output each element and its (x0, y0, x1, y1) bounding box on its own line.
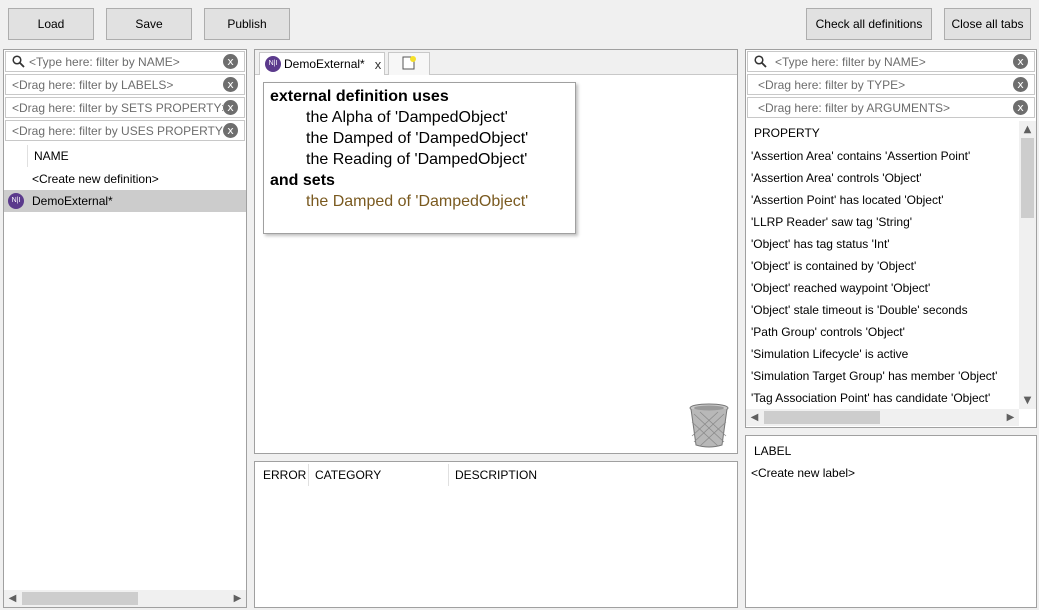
clear-icon[interactable]: x (1013, 77, 1028, 92)
definitions-horizontal-scrollbar[interactable]: ◀ ▶ (4, 590, 246, 607)
scroll-down-icon[interactable]: ▼ (1019, 392, 1036, 409)
property-item[interactable]: 'LLRP Reader' saw tag 'String' (751, 211, 912, 233)
new-document-icon (401, 55, 417, 74)
arguments-filter-placeholder: <Drag here: filter by ARGUMENTS> (758, 100, 951, 115)
definition-badge-icon: N|I (265, 56, 281, 72)
property-item[interactable]: 'Object' reached waypoint 'Object' (751, 277, 930, 299)
arguments-filter-dropzone[interactable]: <Drag here: filter by ARGUMENTS> x (747, 97, 1035, 118)
editor-sets-keyword: and sets (270, 172, 335, 189)
scroll-right-icon[interactable]: ▶ (229, 593, 246, 604)
labels-filter-placeholder: <Drag here: filter by LABELS> (12, 77, 174, 92)
sets-property-filter-dropzone[interactable]: <Drag here: filter by SETS PROPERTY> x (5, 97, 245, 118)
category-column-header[interactable]: CATEGORY (315, 468, 381, 482)
trash-icon[interactable] (688, 402, 730, 448)
property-item[interactable]: 'Assertion Point' has located 'Object' (751, 189, 944, 211)
property-item[interactable]: 'Simulation Target Group' has member 'Ob… (751, 365, 997, 387)
labels-panel: LABEL <Create new label> (745, 435, 1037, 608)
editor-sets-line[interactable]: the Damped of 'DampedObject' (270, 191, 569, 212)
type-filter-dropzone[interactable]: <Drag here: filter by TYPE> x (747, 74, 1035, 95)
create-new-label-item[interactable]: <Create new label> (751, 462, 855, 484)
editor-uses-keyword: external definition uses (270, 88, 449, 105)
label-column-header[interactable]: LABEL (754, 444, 791, 458)
property-item[interactable]: 'Assertion Area' controls 'Object' (751, 167, 922, 189)
definitions-panel: <Type here: filter by NAME> x <Drag here… (3, 49, 247, 608)
uses-property-filter-dropzone[interactable]: <Drag here: filter by USES PROPERTY> x (5, 120, 245, 141)
property-name-filter-placeholder: <Type here: filter by NAME> (775, 54, 926, 69)
publish-button[interactable]: Publish (204, 8, 290, 40)
create-new-definition-label: <Create new definition> (32, 172, 159, 186)
scroll-left-icon[interactable]: ◀ (746, 412, 763, 423)
close-all-tabs-button[interactable]: Close all tabs (944, 8, 1031, 40)
save-button[interactable]: Save (106, 8, 192, 40)
property-item[interactable]: 'Object' stale timeout is 'Double' secon… (751, 299, 968, 321)
clear-icon[interactable]: x (223, 54, 238, 69)
definition-item-demoexternal[interactable]: N|I DemoExternal* (4, 190, 246, 212)
name-filter-input[interactable]: <Type here: filter by NAME> x (5, 51, 245, 72)
scroll-up-icon[interactable]: ▲ (1019, 121, 1036, 138)
check-all-definitions-button[interactable]: Check all definitions (806, 8, 932, 40)
tab-label: DemoExternal* (284, 57, 365, 71)
property-item[interactable]: 'Tag Association Point' has candidate 'O… (751, 387, 990, 409)
scroll-left-icon[interactable]: ◀ (4, 593, 21, 604)
definition-editor[interactable]: external definition uses the Alpha of 'D… (263, 82, 576, 234)
name-filter-placeholder: <Type here: filter by NAME> (29, 54, 180, 69)
clear-icon[interactable]: x (223, 100, 238, 115)
sets-property-filter-placeholder: <Drag here: filter by SETS PROPERTY> (12, 100, 223, 115)
column-divider (448, 464, 449, 486)
close-tab-icon[interactable]: x (375, 57, 382, 72)
column-divider (308, 464, 309, 486)
clear-icon[interactable]: x (223, 77, 238, 92)
definition-badge-icon: N|I (8, 193, 24, 209)
search-icon (9, 55, 27, 68)
uses-property-filter-placeholder: <Drag here: filter by USES PROPERTY> (12, 123, 223, 138)
labels-filter-dropzone[interactable]: <Drag here: filter by LABELS> x (5, 74, 245, 95)
scrollbar-thumb[interactable] (764, 411, 880, 424)
properties-panel: <Type here: filter by NAME> x <Drag here… (745, 49, 1037, 428)
property-item[interactable]: 'Object' is contained by 'Object' (751, 255, 916, 277)
scrollbar-thumb[interactable] (22, 592, 138, 605)
property-item[interactable]: 'Object' has tag status 'Int' (751, 233, 890, 255)
clear-icon[interactable]: x (1013, 100, 1028, 115)
property-item[interactable]: 'Path Group' controls 'Object' (751, 321, 905, 343)
editor-uses-line[interactable]: the Alpha of 'DampedObject' (270, 107, 569, 128)
new-tab-button[interactable] (388, 52, 430, 75)
scroll-right-icon[interactable]: ▶ (1002, 412, 1019, 423)
property-column-header[interactable]: PROPERTY (754, 126, 820, 140)
properties-horizontal-scrollbar[interactable]: ◀ ▶ (746, 409, 1019, 426)
create-new-definition-item[interactable]: <Create new definition> (4, 168, 246, 190)
error-column-header[interactable]: ERROR (263, 468, 306, 482)
property-name-filter-input[interactable]: <Type here: filter by NAME> x (747, 51, 1035, 72)
clear-icon[interactable]: x (223, 123, 238, 138)
clear-icon[interactable]: x (1013, 54, 1028, 69)
property-item[interactable]: 'Simulation Lifecycle' is active (751, 343, 908, 365)
description-column-header[interactable]: DESCRIPTION (455, 468, 537, 482)
tab-demoexternal[interactable]: N|I DemoExternal* x (259, 52, 385, 75)
scrollbar-thumb[interactable] (1021, 138, 1034, 218)
editor-uses-line[interactable]: the Damped of 'DampedObject' (270, 128, 569, 149)
editor-uses-line[interactable]: the Reading of 'DampedObject' (270, 149, 569, 170)
errors-panel: ERROR CATEGORY DESCRIPTION (254, 461, 738, 608)
type-filter-placeholder: <Drag here: filter by TYPE> (758, 77, 906, 92)
property-item[interactable]: 'Assertion Area' contains 'Assertion Poi… (751, 145, 970, 167)
properties-vertical-scrollbar[interactable]: ▲ ▼ (1019, 121, 1036, 409)
definition-item-label: DemoExternal* (32, 194, 113, 208)
column-divider (27, 145, 28, 167)
load-button[interactable]: Load (8, 8, 94, 40)
search-icon (751, 55, 769, 68)
name-column-header[interactable]: NAME (34, 149, 69, 163)
